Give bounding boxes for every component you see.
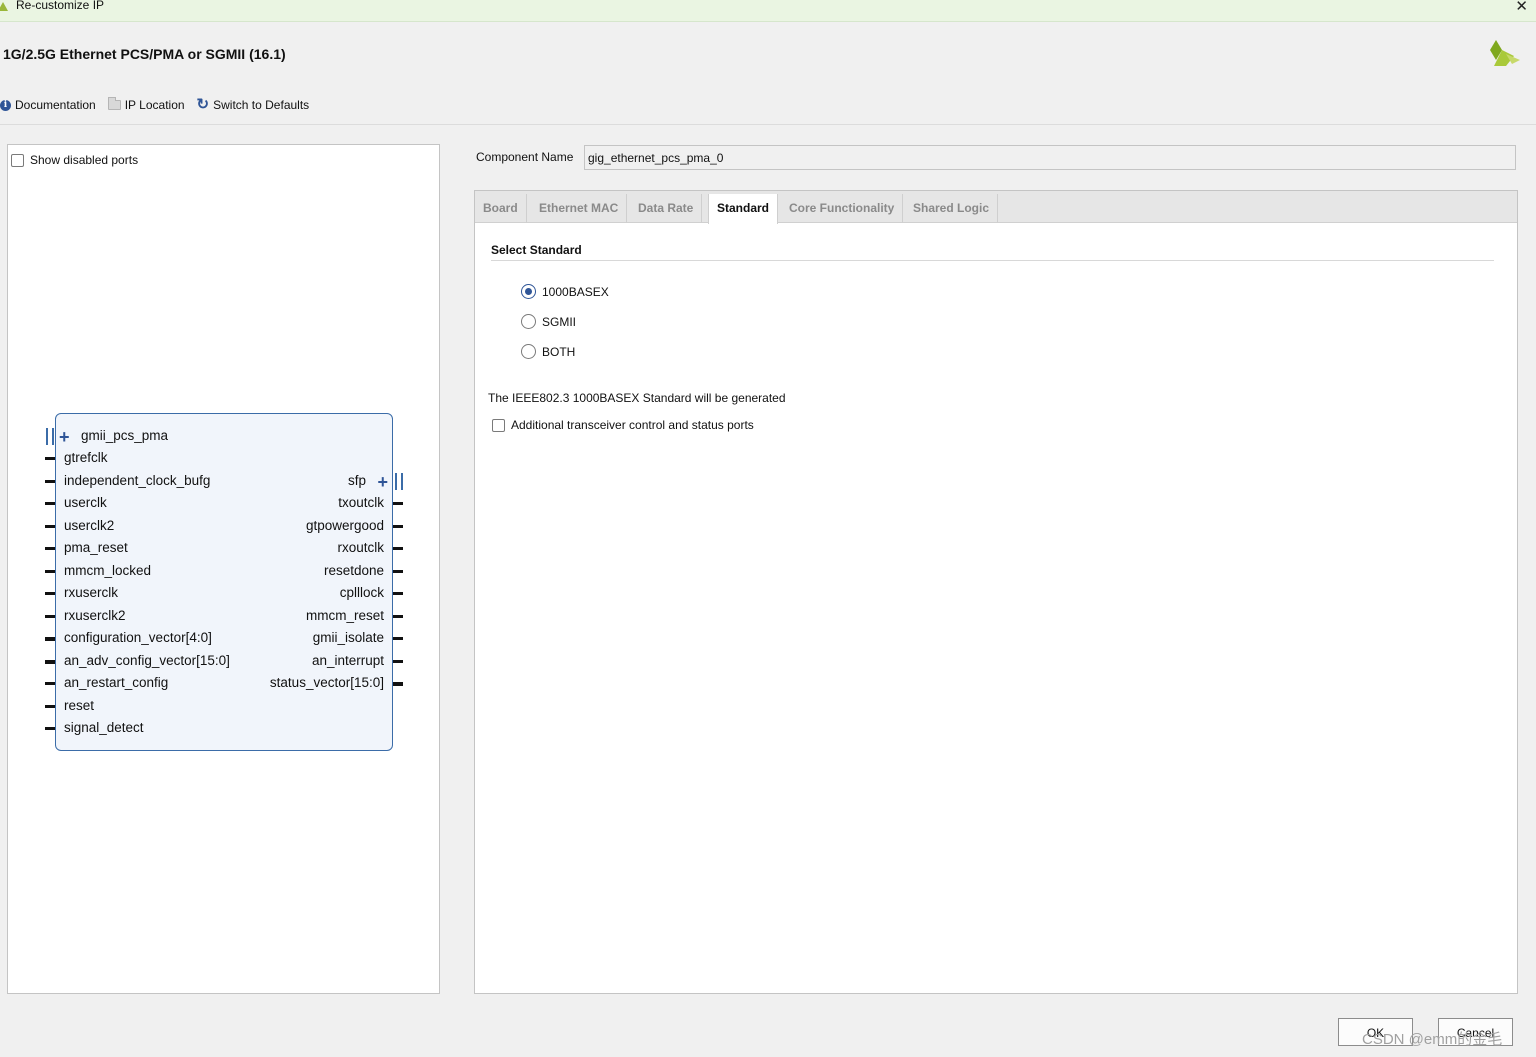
switch-defaults-button[interactable]: ↻ Switch to Defaults (196, 96, 310, 113)
port-pin (393, 682, 403, 686)
folder-icon (107, 97, 121, 110)
tab-core-functionality[interactable]: Core Functionality (781, 194, 904, 223)
port-pin (45, 727, 55, 730)
additional-ports-label: Additional transceiver control and statu… (511, 418, 754, 432)
show-disabled-ports-row[interactable]: Show disabled ports (11, 153, 138, 167)
tab-board[interactable]: Board (475, 194, 527, 223)
window-title: Re-customize IP (16, 0, 105, 12)
port-cplllock[interactable]: cplllock (340, 585, 384, 600)
port-pin (45, 705, 55, 708)
close-icon[interactable]: ✕ (1515, 0, 1528, 15)
additional-ports-checkbox[interactable] (492, 418, 505, 432)
radio-1000basex[interactable] (521, 284, 536, 299)
section-divider (491, 260, 1494, 261)
radio-sgmii[interactable] (521, 314, 536, 329)
port-resetdone[interactable]: resetdone (324, 563, 384, 578)
port-pin (45, 502, 55, 505)
tab-standard[interactable]: Standard (708, 194, 779, 224)
ip-title: 1G/2.5G Ethernet PCS/PMA or SGMII (16.1) (3, 46, 286, 62)
additional-ports-row[interactable]: Additional transceiver control and statu… (492, 418, 754, 432)
port-gmii-pcs-pma[interactable]: gmii_pcs_pma (81, 428, 168, 443)
ip-location-button[interactable]: IP Location (107, 97, 185, 112)
port-an-interrupt[interactable]: an_interrupt (312, 653, 384, 668)
xilinx-app-icon (0, 2, 8, 11)
port-mmcm-locked[interactable]: mmcm_locked (64, 563, 151, 578)
port-reset[interactable]: reset (64, 698, 94, 713)
show-disabled-ports-label: Show disabled ports (30, 153, 139, 167)
port-status-vector[interactable]: status_vector[15:0] (270, 675, 384, 690)
port-pin (393, 547, 403, 550)
port-pin (393, 570, 403, 573)
port-pin (45, 682, 55, 685)
port-pin (45, 615, 55, 618)
bus-icon (395, 473, 403, 490)
port-sfp[interactable]: sfp (348, 473, 366, 488)
component-name-input[interactable] (584, 145, 1516, 170)
port-pin (45, 660, 55, 664)
port-pin (45, 592, 55, 595)
toolbar: i Documentation IP Location ↻ Switch to … (0, 96, 321, 114)
port-pin (45, 480, 55, 483)
ip-block-symbol: + gmii_pcs_pma gtrefclk independent_cloc… (45, 413, 403, 751)
config-panel: Board Ethernet MAC Data Rate Standard Co… (474, 190, 1518, 994)
xilinx-logo-icon (1490, 40, 1520, 66)
port-rxoutclk[interactable]: rxoutclk (337, 540, 384, 555)
port-mmcm-reset[interactable]: mmcm_reset (306, 608, 384, 623)
port-userclk[interactable]: userclk (64, 495, 107, 510)
port-pin (45, 457, 55, 460)
section-title: Select Standard (491, 243, 582, 257)
ip-symbol-panel: Show disabled ports + gmii_pcs_pma gtref… (7, 144, 440, 994)
port-independent-clock-bufg[interactable]: independent_clock_bufg (64, 473, 210, 488)
radio-both-row[interactable]: BOTH (521, 344, 575, 359)
documentation-button[interactable]: i Documentation (0, 98, 96, 112)
port-userclk2[interactable]: userclk2 (64, 518, 114, 533)
radio-sgmii-label: SGMII (542, 314, 577, 329)
port-rxuserclk2[interactable]: rxuserclk2 (64, 608, 126, 623)
port-signal-detect[interactable]: signal_detect (64, 720, 144, 735)
radio-1000basex-row[interactable]: 1000BASEX (521, 284, 609, 299)
radio-both-label: BOTH (542, 344, 576, 359)
expand-icon[interactable]: + (59, 428, 70, 446)
port-pin (393, 660, 403, 663)
documentation-label: Documentation (15, 98, 96, 112)
port-an-adv-config-vector[interactable]: an_adv_config_vector[15:0] (64, 653, 230, 668)
port-pin (393, 637, 403, 640)
tab-bar: Board Ethernet MAC Data Rate Standard Co… (475, 191, 1517, 224)
port-pin (45, 525, 55, 528)
port-pin (45, 547, 55, 550)
port-gtpowergood[interactable]: gtpowergood (306, 518, 384, 533)
dialog-header: 1G/2.5G Ethernet PCS/PMA or SGMII (16.1)… (0, 22, 1536, 125)
standard-note: The IEEE802.3 1000BASEX Standard will be… (488, 391, 786, 405)
info-icon: i (0, 99, 11, 111)
switch-defaults-label: Switch to Defaults (213, 98, 310, 112)
port-pin (393, 615, 403, 618)
port-pin (45, 570, 55, 573)
tab-shared-logic[interactable]: Shared Logic (905, 194, 999, 223)
port-configuration-vector[interactable]: configuration_vector[4:0] (64, 630, 212, 645)
port-rxuserclk[interactable]: rxuserclk (64, 585, 118, 600)
port-pma-reset[interactable]: pma_reset (64, 540, 128, 555)
port-gmii-isolate[interactable]: gmii_isolate (313, 630, 384, 645)
port-pin (45, 637, 55, 641)
tab-ethernet-mac[interactable]: Ethernet MAC (531, 194, 628, 223)
window-titlebar: Re-customize IP ✕ (0, 0, 1536, 22)
radio-1000basex-label: 1000BASEX (542, 284, 609, 299)
port-pin (393, 525, 403, 528)
watermark: CSDN @emm的金毛 (1362, 1031, 1503, 1048)
refresh-icon: ↻ (196, 96, 210, 113)
radio-sgmii-row[interactable]: SGMII (521, 314, 576, 329)
tab-data-rate[interactable]: Data Rate (630, 194, 703, 223)
port-gtrefclk[interactable]: gtrefclk (64, 450, 108, 465)
component-name-label: Component Name (476, 150, 574, 164)
expand-icon[interactable]: + (377, 473, 388, 491)
port-pin (393, 592, 403, 595)
ip-location-label: IP Location (124, 98, 185, 112)
port-txoutclk[interactable]: txoutclk (338, 495, 384, 510)
port-pin (393, 502, 403, 505)
bus-icon (46, 428, 54, 445)
show-disabled-ports-checkbox[interactable] (11, 153, 24, 167)
port-an-restart-config[interactable]: an_restart_config (64, 675, 168, 690)
radio-both[interactable] (521, 344, 536, 359)
